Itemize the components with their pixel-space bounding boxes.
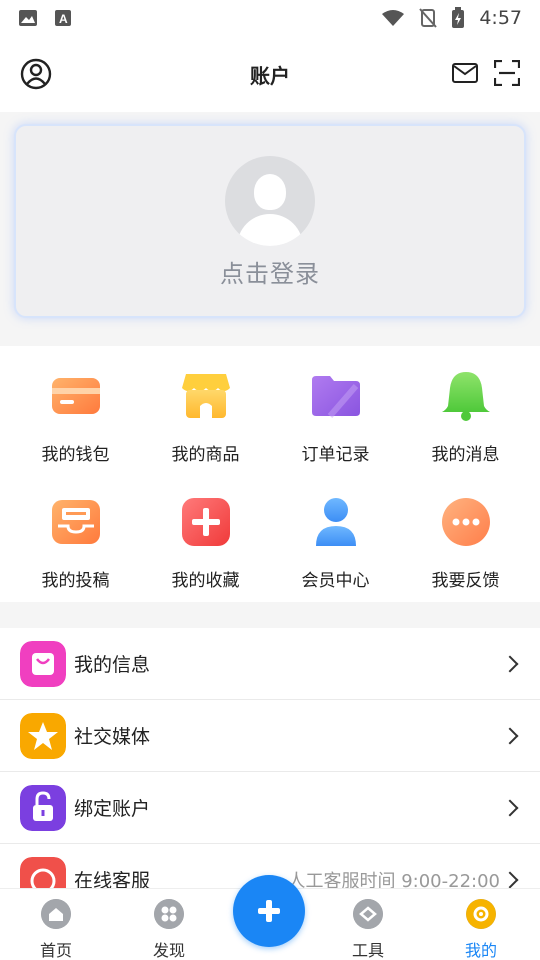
tab-mine[interactable]: 我的 <box>441 899 521 960</box>
gallery-icon <box>19 10 37 26</box>
svg-text:A: A <box>59 12 68 26</box>
feature-grid: 我的钱包 我的商品 订单记录 我的消息 我的投稿 我的收藏 会员中心 我要反馈 <box>0 346 540 602</box>
bell-icon <box>441 372 490 421</box>
grid-item-store[interactable]: 我的商品 <box>138 370 273 465</box>
grid-label: 会员中心 <box>301 571 370 591</box>
tab-label: 首页 <box>39 941 72 960</box>
tab-label: 工具 <box>351 941 384 960</box>
login-card[interactable]: 点击登录 <box>14 124 526 318</box>
user-profile-icon[interactable] <box>20 58 52 90</box>
status-time: 4:57 <box>479 7 522 29</box>
star-icon <box>20 712 66 759</box>
grid-label: 订单记录 <box>301 445 370 465</box>
bottom-tab-bar: 首页 发现 工具 我的 <box>0 875 540 960</box>
mail-icon[interactable] <box>452 62 478 84</box>
tab-tools[interactable]: 工具 <box>328 899 408 960</box>
scan-icon[interactable] <box>494 60 520 86</box>
login-prompt[interactable]: 点击登录 <box>220 254 320 289</box>
grid-label: 我要反馈 <box>431 571 500 591</box>
avatar-body <box>237 214 303 246</box>
tab-label: 我的 <box>464 941 497 960</box>
chevron-right-icon <box>501 655 519 672</box>
mine-icon <box>466 899 496 929</box>
grid-label: 我的消息 <box>431 445 500 465</box>
unlock-icon <box>20 784 66 831</box>
inbox-icon <box>51 500 100 544</box>
no-signal-icon <box>419 8 438 28</box>
login-section: 点击登录 <box>0 112 540 346</box>
grid-item-messages[interactable]: 我的消息 <box>398 370 533 465</box>
chevron-right-icon <box>501 799 519 816</box>
menu-item-bind-account[interactable]: 绑定账户 <box>0 772 540 844</box>
menu-label: 绑定账户 <box>74 798 151 820</box>
tools-icon <box>353 899 383 929</box>
menu-label: 社交媒体 <box>74 726 151 748</box>
grid-label: 我的收藏 <box>171 571 240 591</box>
folder-icon <box>311 376 360 418</box>
grid-item-membership[interactable]: 会员中心 <box>268 496 403 591</box>
more-dots-icon <box>441 498 490 546</box>
grid-item-feedback[interactable]: 我要反馈 <box>398 496 533 591</box>
tab-discover[interactable]: 发现 <box>129 899 209 960</box>
avatar-head <box>254 174 286 210</box>
add-button[interactable] <box>233 875 305 947</box>
bag-icon <box>20 640 66 687</box>
plus-box-icon <box>181 498 230 546</box>
settings-menu: 我的信息 社交媒体 绑定账户 在线客服 人工客服时间 9:00-22:00 <box>0 628 540 916</box>
wifi-icon <box>382 10 405 26</box>
battery-icon <box>452 7 465 28</box>
status-bar: A 4:57 <box>0 0 540 36</box>
chevron-right-icon <box>501 871 519 888</box>
grid-item-orders[interactable]: 订单记录 <box>268 370 403 465</box>
grid-label: 我的商品 <box>171 445 240 465</box>
avatar <box>225 156 315 246</box>
menu-label: 我的信息 <box>74 654 151 676</box>
grid-label: 我的投稿 <box>41 571 110 591</box>
wallet-icon <box>51 378 100 414</box>
grid-item-wallet[interactable]: 我的钱包 <box>8 370 143 465</box>
discover-icon <box>154 899 184 929</box>
tab-home[interactable]: 首页 <box>16 899 96 960</box>
chevron-right-icon <box>501 727 519 744</box>
grid-label: 我的钱包 <box>41 445 110 465</box>
menu-item-social-media[interactable]: 社交媒体 <box>0 700 540 772</box>
grid-item-favorites[interactable]: 我的收藏 <box>138 496 273 591</box>
app-header: 账户 <box>0 36 540 112</box>
page-title: 账户 <box>250 63 290 88</box>
font-icon: A <box>55 10 71 26</box>
person-icon <box>315 498 356 546</box>
menu-item-my-info[interactable]: 我的信息 <box>0 628 540 700</box>
tab-label: 发现 <box>152 941 185 960</box>
home-icon <box>41 899 71 929</box>
grid-item-submissions[interactable]: 我的投稿 <box>8 496 143 591</box>
store-icon <box>181 374 230 418</box>
